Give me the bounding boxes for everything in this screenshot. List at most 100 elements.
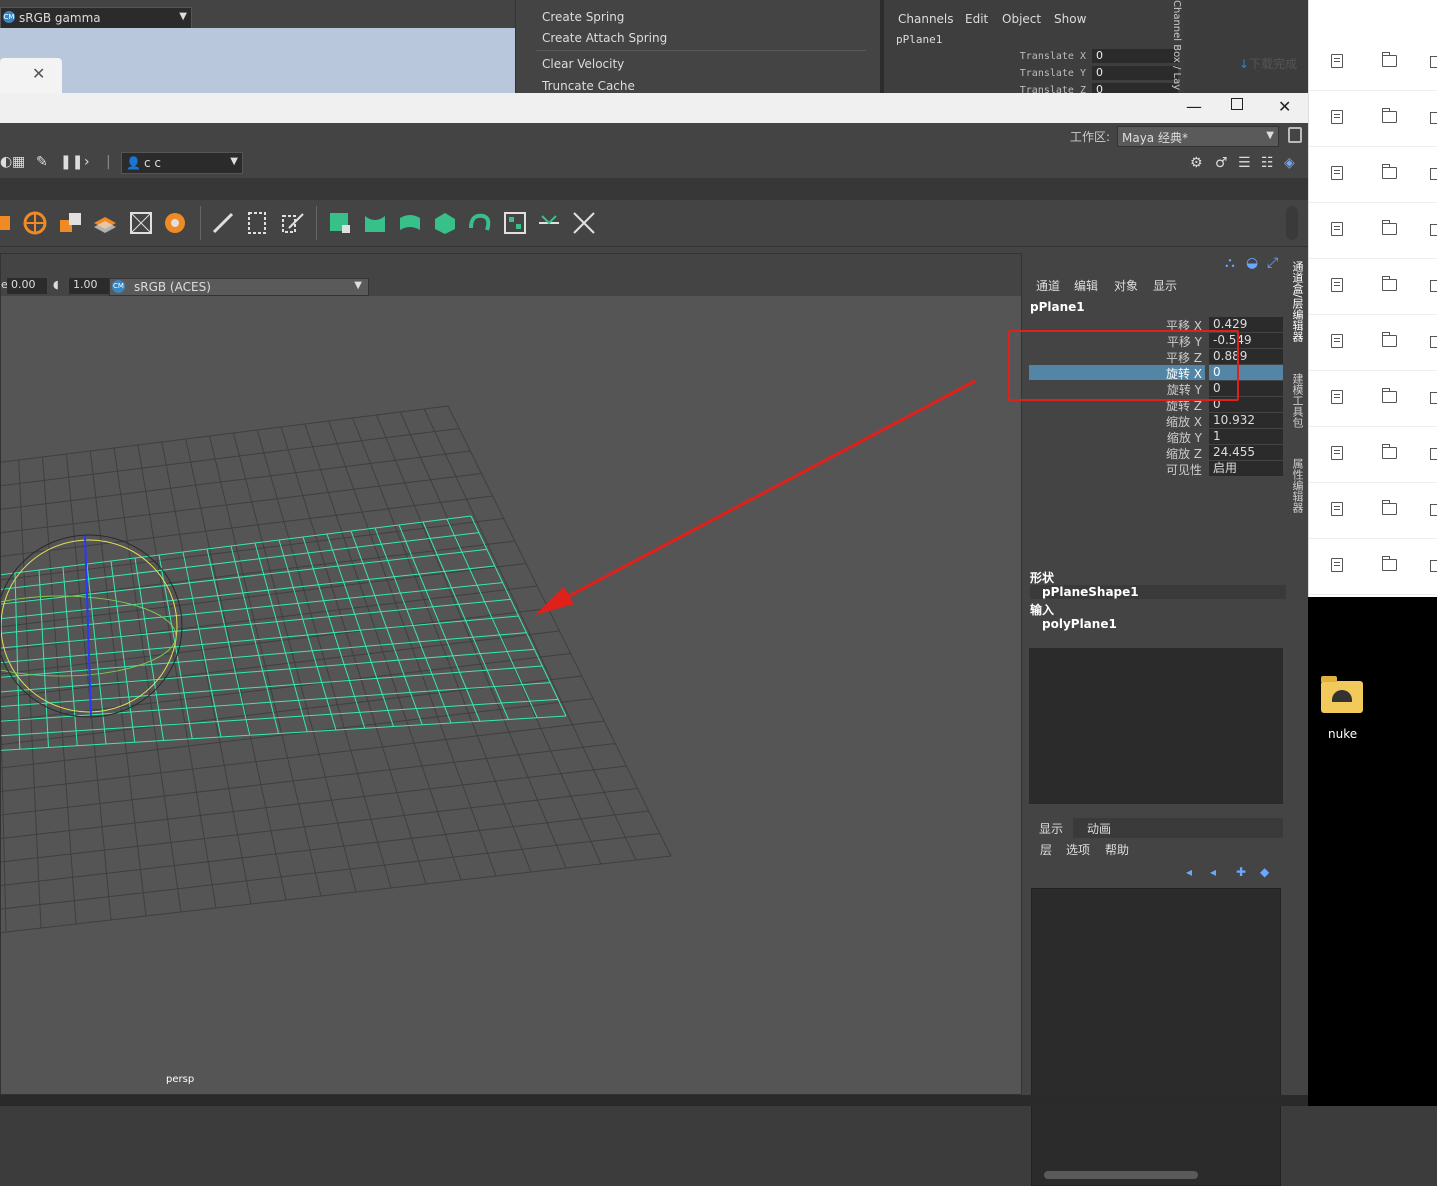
delete-icon[interactable]: [1430, 168, 1437, 180]
delete-icon[interactable]: [1430, 112, 1437, 124]
delete-icon[interactable]: [1430, 224, 1437, 236]
maximize-icon[interactable]: [1231, 98, 1243, 110]
side-tab-modeling-toolkit[interactable]: 建模工具包: [1289, 373, 1305, 428]
document-icon[interactable]: [1331, 446, 1343, 460]
menu-object[interactable]: Object: [1002, 12, 1041, 26]
menu-show[interactable]: Show: [1054, 12, 1086, 26]
exposure-field[interactable]: 0.00: [7, 278, 47, 294]
menu-options[interactable]: 选项: [1066, 841, 1090, 858]
document-icon[interactable]: [1331, 334, 1343, 348]
menu-edit[interactable]: 编辑: [1074, 277, 1098, 294]
shelf-combine-icon[interactable]: [432, 210, 458, 236]
close-icon[interactable]: ✕: [32, 64, 45, 83]
menu-item-truncate-cache[interactable]: Truncate Cache: [542, 79, 635, 93]
document-icon[interactable]: [1331, 110, 1343, 124]
layer-list[interactable]: [1031, 888, 1281, 1186]
file-row[interactable]: [1309, 426, 1437, 483]
delete-icon[interactable]: [1430, 448, 1437, 460]
attr-label[interactable]: 可见性: [1162, 461, 1202, 478]
folder-icon[interactable]: [1382, 52, 1397, 67]
file-row[interactable]: [1309, 146, 1437, 203]
node-name[interactable]: pPlane1: [1030, 300, 1085, 314]
side-tab-channel-box[interactable]: Channel Box / Lay: [1166, 0, 1182, 93]
file-row[interactable]: [1309, 258, 1437, 315]
menu-item-create-attach-spring[interactable]: Create Attach Spring: [542, 31, 667, 45]
channel-filter-icon[interactable]: ⛬: [1225, 255, 1235, 271]
delete-icon[interactable]: [1430, 560, 1437, 572]
shape-node[interactable]: pPlaneShape1: [1030, 585, 1292, 599]
file-row[interactable]: [1309, 482, 1437, 539]
menu-layers[interactable]: 层: [1040, 841, 1052, 858]
attr-value[interactable]: 启用: [1209, 461, 1283, 476]
attr-label[interactable]: 缩放 Y: [1162, 429, 1202, 446]
close-icon[interactable]: ✕: [1278, 97, 1291, 116]
attr-value[interactable]: 1: [1209, 429, 1283, 444]
shelf-scrollbar[interactable]: [1286, 206, 1298, 240]
minimize-icon[interactable]: —: [1186, 97, 1202, 116]
folder-icon[interactable]: [1382, 500, 1397, 515]
folder-icon[interactable]: [1321, 676, 1363, 713]
delete-icon[interactable]: [1430, 280, 1437, 292]
render-sequence-icon[interactable]: ▦: [12, 154, 25, 170]
folder-icon[interactable]: [1382, 276, 1397, 291]
layer-scrollbar[interactable]: [1034, 1170, 1274, 1180]
file-row[interactable]: [1309, 34, 1437, 91]
folder-icon[interactable]: [1382, 556, 1397, 571]
shelf-pencil-icon[interactable]: [210, 210, 236, 236]
folder-icon[interactable]: [1382, 164, 1397, 179]
document-icon[interactable]: [1331, 222, 1343, 236]
shelf-edit-edge-icon[interactable]: [279, 210, 305, 236]
attr-label[interactable]: 缩放 X: [1162, 413, 1202, 430]
lock-icon[interactable]: [1288, 127, 1302, 143]
move-layer-down-icon[interactable]: ◂: [1210, 865, 1216, 879]
shelf-cube-icon[interactable]: [0, 210, 16, 236]
shelf-uv-icon[interactable]: [502, 210, 528, 236]
document-icon[interactable]: [1331, 54, 1343, 68]
document-icon[interactable]: [1331, 390, 1343, 404]
attr-label[interactable]: 缩放 Z: [1162, 445, 1202, 462]
file-row[interactable]: [1309, 538, 1437, 595]
move-layer-up-icon[interactable]: ◂: [1186, 865, 1192, 879]
shelf-center-pivot-icon[interactable]: [128, 210, 154, 236]
file-row[interactable]: [1309, 202, 1437, 259]
delete-icon[interactable]: [1430, 336, 1437, 348]
menu-channels[interactable]: Channels: [898, 12, 954, 26]
delete-icon[interactable]: [1430, 392, 1437, 404]
input-node[interactable]: polyPlane1: [1030, 617, 1292, 631]
menu-channels[interactable]: 通道: [1036, 277, 1060, 294]
document-icon[interactable]: [1331, 278, 1343, 292]
workspace-dropdown[interactable]: Maya 经典* ▼: [1117, 126, 1279, 147]
shelf-delete-edge-icon[interactable]: [571, 210, 597, 236]
delete-icon[interactable]: [1430, 56, 1437, 68]
attr-value[interactable]: 24.455: [1209, 445, 1283, 460]
new-layer-selected-icon[interactable]: ◆: [1260, 865, 1269, 879]
ipr-icon[interactable]: ✎: [36, 154, 48, 170]
side-tab-channel-box[interactable]: 通道盒/层编辑器: [1289, 261, 1305, 342]
folder-icon[interactable]: [1382, 108, 1397, 123]
shelf-sphere-icon[interactable]: [22, 210, 48, 236]
human-ik-icon[interactable]: ♂: [1215, 155, 1228, 171]
pause-icon[interactable]: ❚❚: [60, 154, 83, 170]
menu-show[interactable]: 显示: [1153, 277, 1177, 294]
file-row[interactable]: [1309, 90, 1437, 147]
user-dropdown[interactable]: 👤 c c ▼: [121, 152, 243, 174]
shelf-extrude-icon[interactable]: [327, 210, 353, 236]
scrollbar-thumb[interactable]: [1044, 1171, 1198, 1179]
menu-help[interactable]: 帮助: [1105, 841, 1129, 858]
gamma-icon[interactable]: ◖: [53, 278, 59, 291]
document-icon[interactable]: [1331, 502, 1343, 516]
shelf-fill-hole-icon[interactable]: [397, 210, 423, 236]
shelf-soccer-ball-icon[interactable]: [162, 210, 188, 236]
view-transform-dropdown[interactable]: CM sRGB (ACES) ▼: [109, 278, 369, 296]
folder-label[interactable]: nuke: [1328, 727, 1357, 741]
channel-box-icon[interactable]: ◈: [1284, 155, 1295, 171]
colorspace-dropdown-bg[interactable]: CM sRGB gamma ▼: [0, 7, 192, 29]
shelf-bevel-icon[interactable]: [244, 210, 270, 236]
tab-display[interactable]: 显示: [1029, 818, 1074, 842]
menu-item-clear-velocity[interactable]: Clear Velocity: [542, 57, 624, 71]
modeling-toolkit-icon[interactable]: ⚙: [1190, 155, 1203, 171]
folder-icon[interactable]: [1382, 388, 1397, 403]
attr-value[interactable]: 10.932: [1209, 413, 1283, 428]
menu-edit[interactable]: Edit: [965, 12, 988, 26]
folder-icon[interactable]: [1382, 220, 1397, 235]
